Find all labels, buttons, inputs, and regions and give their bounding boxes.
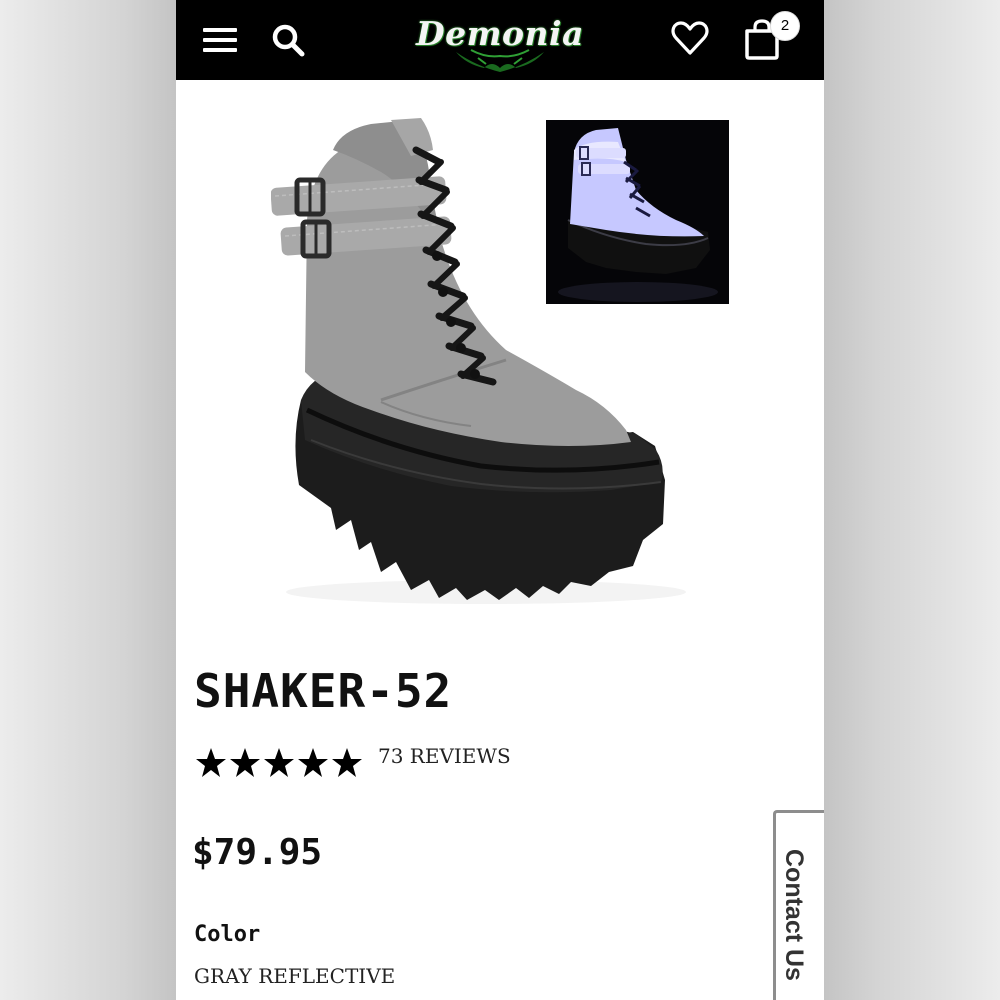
star-icon <box>332 748 362 777</box>
product-thumbnail-image[interactable] <box>546 120 729 304</box>
contact-us-tab[interactable]: Contact Us <box>773 810 824 1000</box>
star-icon <box>196 748 226 777</box>
menu-icon[interactable] <box>203 28 237 52</box>
cart-count-badge: 2 <box>770 11 800 41</box>
product-title: SHAKER-52 <box>194 664 453 718</box>
star-icon <box>264 748 294 777</box>
color-value: GRAY REFLECTIVE <box>194 964 396 988</box>
logo-text: Demonia <box>416 14 584 53</box>
brand-logo[interactable]: Demonia <box>416 8 584 74</box>
star-icon <box>298 748 328 777</box>
product-price: $79.95 <box>192 832 323 873</box>
search-icon[interactable] <box>271 23 305 57</box>
star-icon <box>230 748 260 777</box>
product-page: Demonia 2 SHAKER-52 73 REVIEWS $79.95 Co… <box>176 0 824 1000</box>
color-label: Color <box>194 922 261 947</box>
star-rating[interactable] <box>194 746 364 780</box>
backdrop-left <box>0 0 176 1000</box>
top-navigation-bar: Demonia 2 <box>176 0 824 80</box>
reviews-link[interactable]: 73 REVIEWS <box>378 744 511 768</box>
heart-icon[interactable] <box>671 20 709 56</box>
contact-us-label: Contact Us <box>780 849 808 981</box>
backdrop-right <box>824 0 1000 1000</box>
